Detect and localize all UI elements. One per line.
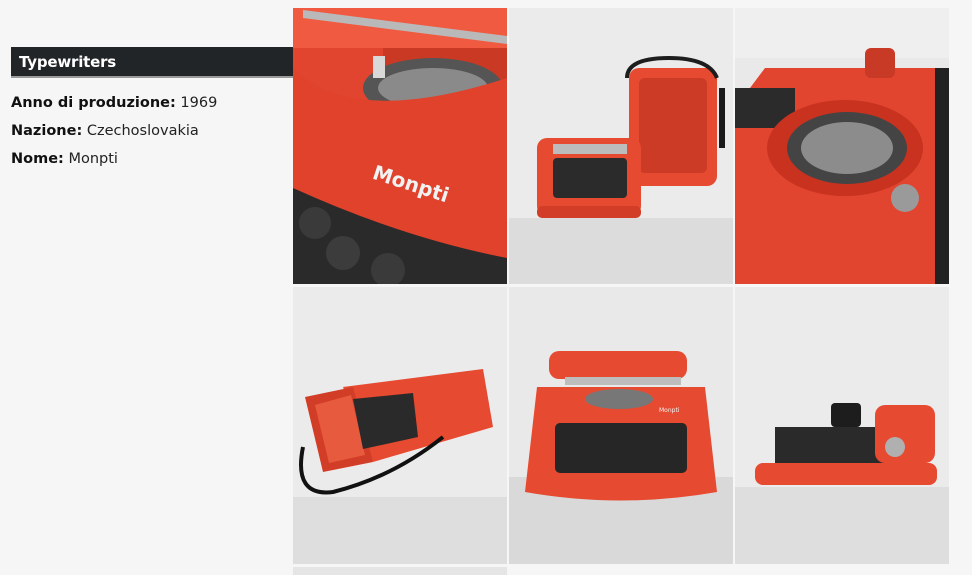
typewriter-top-detail-image (735, 8, 949, 284)
detail-year-label: Anno di produzione: (11, 95, 176, 111)
detail-name: Nome: Monpti (11, 149, 217, 177)
detail-year: Anno di produzione: 1969 (11, 93, 217, 121)
photo-typewriter-side[interactable] (735, 287, 949, 564)
typewriter-in-case-image (293, 287, 507, 564)
photo-typewriter-in-case[interactable] (293, 287, 507, 564)
details-list: Anno di produzione: 1969 Nazione: Czecho… (11, 93, 217, 177)
detail-country-value: Czechoslovakia (86, 123, 199, 139)
photo-typewriter-top-detail[interactable] (735, 8, 949, 284)
brand-logo-small-text: Monpti (659, 407, 680, 414)
photo-typewriter-with-case[interactable] (509, 8, 733, 284)
section-title: Typewriters (19, 53, 117, 71)
sidebar: Typewriters Anno di produzione: 1969 Naz… (0, 0, 293, 575)
photo-gallery: Monpti Monpti (293, 8, 972, 575)
detail-name-label: Nome: (11, 151, 64, 167)
photo-partial (293, 567, 507, 575)
typewriter-with-case-image (509, 8, 733, 284)
detail-country: Nazione: Czechoslovakia (11, 121, 217, 149)
detail-year-value: 1969 (180, 95, 218, 111)
section-header: Typewriters (11, 47, 293, 78)
photo-typewriter-closeup[interactable]: Monpti (293, 8, 507, 284)
typewriter-front-image: Monpti (509, 287, 733, 564)
typewriter-closeup-image: Monpti (293, 8, 507, 284)
detail-name-value: Monpti (68, 151, 118, 167)
typewriter-side-image (735, 287, 949, 564)
photo-typewriter-front[interactable]: Monpti (509, 287, 733, 564)
detail-country-label: Nazione: (11, 123, 83, 139)
